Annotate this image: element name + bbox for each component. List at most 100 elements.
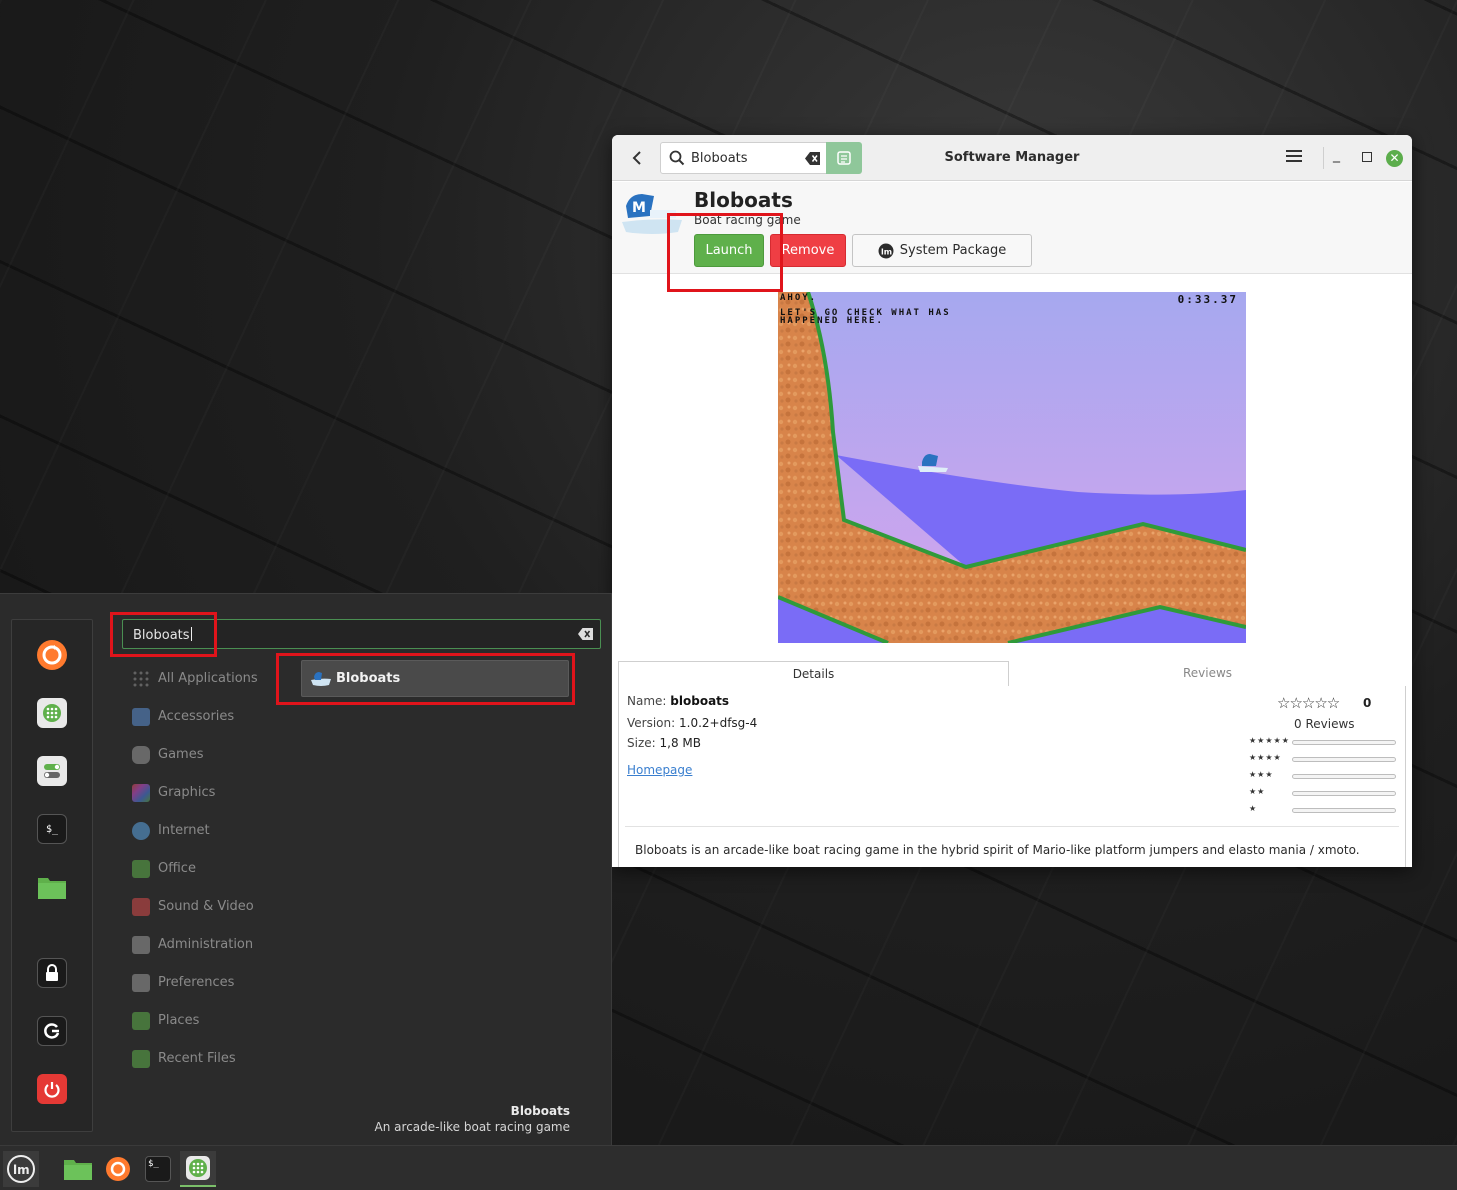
rating-histogram-row: ★ <box>1249 804 1399 816</box>
homepage-link[interactable]: Homepage <box>627 763 692 777</box>
category-label: Accessories <box>158 709 235 724</box>
padlock-icon <box>46 964 58 981</box>
detail-version-row: Version: 1.0.2+dfsg-4 <box>627 716 757 730</box>
header-bar: Bloboats Software Manager _ ✕ <box>612 135 1412 181</box>
software-manager-icon <box>186 1156 210 1180</box>
histogram-bar <box>1292 774 1396 779</box>
logout-icon[interactable] <box>37 1016 67 1046</box>
settings-icon[interactable] <box>37 756 67 786</box>
software-manager-icon[interactable] <box>37 698 67 728</box>
histogram-bar <box>1292 740 1396 745</box>
files-icon <box>64 1160 92 1180</box>
maximize-button[interactable] <box>1362 152 1372 162</box>
office-icon <box>132 860 150 878</box>
close-button[interactable]: ✕ <box>1386 150 1403 167</box>
favorites-bar: $_ <box>11 619 93 1132</box>
system-package-label: System Package <box>899 243 1007 258</box>
gamepad-icon <box>132 746 150 764</box>
firefox-icon <box>106 1157 130 1181</box>
lock-icon[interactable] <box>37 958 67 988</box>
highlight-menu-search <box>110 612 217 657</box>
mint-menu-icon: lm <box>7 1155 35 1183</box>
details-tabs: Details Reviews <box>618 661 1406 687</box>
category-label: Sound & Video <box>158 899 254 914</box>
selected-app-description: An arcade-like boat racing game <box>374 1120 570 1134</box>
power-icon[interactable] <box>37 1074 67 1104</box>
reviews-count: 0 Reviews <box>1294 717 1355 731</box>
highlight-search-result <box>276 653 575 705</box>
category-label: All Applications <box>158 671 258 686</box>
histogram-bar <box>1292 808 1396 813</box>
play-icon <box>132 898 150 916</box>
detail-version-label: Version: <box>627 716 676 730</box>
terminal-prompt-glyph: $_ <box>45 823 59 835</box>
preferences-icon <box>132 974 150 992</box>
category-label: Administration <box>158 937 254 952</box>
clear-search-icon[interactable] <box>578 628 593 640</box>
app-name: Bloboats <box>694 188 793 212</box>
power-glyph <box>44 1082 60 1098</box>
linux-mint-icon: lm <box>878 243 894 258</box>
game-scene-image <box>777 291 1247 645</box>
firefox-icon[interactable] <box>37 640 67 670</box>
game-message-line3: HAPPENED HERE. <box>780 316 884 326</box>
category-label: Preferences <box>158 975 235 990</box>
toggle-switches-icon <box>44 764 60 778</box>
histogram-label: ★★★ <box>1249 770 1274 779</box>
category-label: Graphics <box>158 785 216 800</box>
category-label: Recent Files <box>158 1051 236 1066</box>
detail-name-label: Name: <box>627 694 667 708</box>
files-icon[interactable] <box>37 872 67 902</box>
rating-histogram-row: ★★★★ <box>1249 753 1399 765</box>
taskbar-firefox[interactable] <box>100 1151 136 1187</box>
system-package-button[interactable]: lm System Package <box>852 234 1032 267</box>
admin-icon <box>132 936 150 954</box>
selected-app-name: Bloboats <box>510 1104 570 1118</box>
rating-histogram-row: ★★★ <box>1249 770 1399 782</box>
scissors-icon <box>132 708 150 726</box>
histogram-label: ★ <box>1249 804 1258 813</box>
taskbar-software-manager[interactable] <box>180 1151 216 1187</box>
hamburger-menu-icon[interactable] <box>1286 149 1302 163</box>
divider <box>625 826 1399 827</box>
folder-icon <box>38 878 66 899</box>
detail-size-label: Size: <box>627 736 656 750</box>
category-label: Office <box>158 861 196 876</box>
software-manager-glyph <box>43 704 61 722</box>
logout-glyph <box>44 1023 60 1039</box>
recent-folder-icon <box>132 1050 150 1068</box>
detail-version-value: 1.0.2+dfsg-4 <box>679 716 758 730</box>
rating-stars: ☆☆☆☆☆ <box>1277 694 1340 712</box>
tab-reviews[interactable]: Reviews <box>1009 661 1406 687</box>
separator <box>1323 147 1324 169</box>
category-label: Places <box>158 1013 200 1028</box>
svg-text:lm: lm <box>13 1163 30 1177</box>
terminal-icon[interactable]: $_ <box>37 814 67 844</box>
mint-menu-button[interactable]: lm <box>3 1151 39 1187</box>
highlight-launch <box>667 213 783 292</box>
rating-histogram-row: ★★ <box>1249 787 1399 799</box>
histogram-label: ★★★★ <box>1249 753 1282 762</box>
game-message-line1: AHOY. <box>780 293 818 303</box>
terminal-icon: $_ <box>145 1156 171 1182</box>
tab-details[interactable]: Details <box>618 661 1009 687</box>
histogram-bar <box>1292 791 1396 796</box>
detail-name-value: bloboats <box>670 694 730 708</box>
svg-text:lm: lm <box>881 247 892 256</box>
palette-icon <box>132 784 150 802</box>
svg-text:M: M <box>632 200 646 216</box>
folder-icon <box>132 1012 150 1030</box>
detail-size-value: 1,8 MB <box>659 736 701 750</box>
taskbar-terminal[interactable]: $_ <box>140 1151 176 1187</box>
app-description: Bloboats is an arcade-like boat racing g… <box>635 843 1360 857</box>
minimize-button[interactable]: _ <box>1333 147 1340 163</box>
firefox-icon-glyph <box>42 645 62 665</box>
grid-icon <box>133 671 149 687</box>
taskbar-files[interactable] <box>60 1151 96 1187</box>
histogram-label: ★★★★★ <box>1249 736 1290 745</box>
cloud-icon <box>132 822 150 840</box>
details-panel: Name: bloboats Version: 1.0.2+dfsg-4 Siz… <box>618 686 1406 867</box>
rating-histogram-row: ★★★★★ <box>1249 736 1399 748</box>
histogram-bar <box>1292 757 1396 762</box>
app-screenshot[interactable]: AHOY. LET'S GO CHECK WHAT HAS HAPPENED H… <box>777 291 1247 645</box>
